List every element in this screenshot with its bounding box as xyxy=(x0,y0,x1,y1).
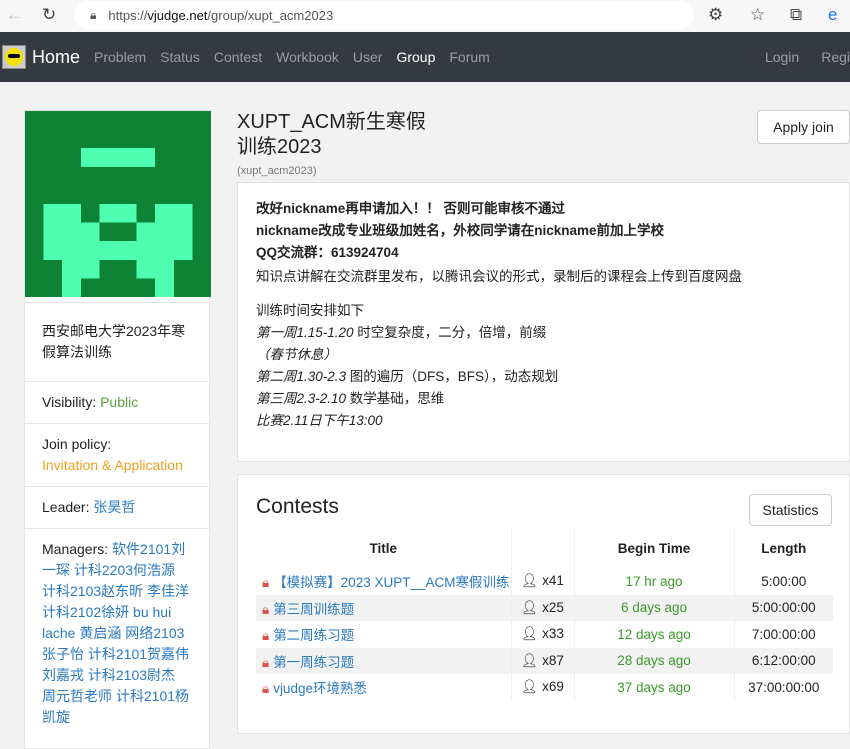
user-icon: 👤︎ xyxy=(521,599,539,615)
begin-time: 6 days ago xyxy=(573,594,734,621)
lock-icon: 🔒︎ xyxy=(262,654,270,670)
col-participants xyxy=(510,528,574,568)
participant-count: x41 xyxy=(542,573,564,589)
participant-count: x87 xyxy=(542,652,564,668)
user-icon: 👤︎ xyxy=(521,626,539,642)
managers-links[interactable]: 软件2101刘一琛 计科2203何浩源 计科2103赵东昕 李佳洋 计科2102… xyxy=(42,541,189,725)
contest-title-link[interactable]: 【模拟赛】2023 XUPT__ACM寒假训练 xyxy=(273,575,509,590)
leader: Leader: 张昊哲 xyxy=(25,486,209,528)
nav-login[interactable]: Login xyxy=(765,49,799,65)
table-row[interactable]: 🔒︎ 【模拟赛】2023 XUPT__ACM寒假训练 👤︎ x41 17 hr a… xyxy=(256,568,833,595)
table-row[interactable]: 🔒︎ vjudge环境熟悉 👤︎ x69 37 days ago 37:00:00… xyxy=(256,674,833,701)
nav-forum[interactable]: Forum xyxy=(449,49,489,65)
statistics-button[interactable]: Statistics xyxy=(749,494,832,526)
contests-panel: Contests Statistics Title Begin Time Len… xyxy=(237,474,850,734)
contest-title-link[interactable]: vjudge环境熟悉 xyxy=(273,681,367,696)
leader-link[interactable]: 张昊哲 xyxy=(93,499,135,515)
page-title: XUPT_ACM新生寒假训练2023 xyxy=(237,111,426,158)
contest-title-link[interactable]: 第一周练习题 xyxy=(273,655,354,670)
group-description: 改好nickname再申请加入！！ 否则可能审核不通过 nickname改成专业… xyxy=(237,182,850,462)
contest-title-link[interactable]: 第三周训练题 xyxy=(273,602,354,617)
user-icon: 👤︎ xyxy=(521,573,539,589)
participant-count: x69 xyxy=(542,679,564,695)
group-avatar xyxy=(25,111,211,297)
nav-user[interactable]: User xyxy=(353,49,383,65)
contest-length: 7:00:00:00 xyxy=(733,621,833,648)
table-row[interactable]: 🔒︎ 第一周练习题 👤︎ x87 28 days ago 6:12:00:00 xyxy=(256,647,833,674)
contest-length: 5:00:00:00 xyxy=(733,594,833,621)
user-icon: 👤︎ xyxy=(521,679,539,695)
nav-workbook[interactable]: Workbook xyxy=(276,49,339,65)
begin-time: 17 hr ago xyxy=(573,568,734,595)
lock-icon: 🔒︎ xyxy=(262,601,270,617)
contest-length: 6:12:00:00 xyxy=(733,647,833,674)
browser-toolbar: ← ↻ 🔒︎ https://vjudge.net/group/xupt_acm… xyxy=(0,0,850,32)
nav-status[interactable]: Status xyxy=(160,49,200,65)
participant-count: x25 xyxy=(542,599,564,615)
table-row[interactable]: 🔒︎ 第二周练习题 👤︎ x33 12 days ago 7:00:00:00 xyxy=(256,621,833,648)
begin-time: 28 days ago xyxy=(573,647,734,674)
navbar: Home Problem Status Contest Workbook Use… xyxy=(0,32,850,82)
lock-icon: 🔒︎ xyxy=(90,7,97,22)
table-row[interactable]: 🔒︎ 第三周训练题 👤︎ x25 6 days ago 5:00:00:00 xyxy=(256,594,833,621)
group-id: (xupt_acm2023) xyxy=(237,165,317,177)
group-name: 西安邮电大学2023年寒假算法训练 xyxy=(25,302,209,381)
nav-home[interactable]: Home xyxy=(32,47,80,68)
address-bar[interactable]: 🔒︎ https://vjudge.net/group/xupt_acm2023 xyxy=(74,1,694,29)
contests-title: Contests xyxy=(256,495,339,518)
back-icon[interactable]: ← xyxy=(6,5,23,25)
group-sidebar: 西安邮电大学2023年寒假算法训练 Visibility: Public Joi… xyxy=(24,110,211,749)
reload-icon[interactable]: ↻ xyxy=(42,5,56,25)
apply-join-button[interactable]: Apply join xyxy=(757,110,850,144)
lock-icon: 🔒︎ xyxy=(262,575,270,591)
extensions-icon[interactable]: ⚙ xyxy=(708,5,723,25)
managers: Managers: 软件2101刘一琛 计科2203何浩源 计科2103赵东昕 … xyxy=(25,528,209,748)
edge-icon[interactable]: e xyxy=(828,5,837,25)
contest-title-link[interactable]: 第二周练习题 xyxy=(273,628,354,643)
visibility: Visibility: Public xyxy=(25,381,209,423)
join-policy: Join policy: Invitation & Application xyxy=(25,423,209,486)
nav-group[interactable]: Group xyxy=(396,49,435,65)
contest-length: 37:00:00:00 xyxy=(733,674,833,701)
favorites-icon[interactable]: ☆ xyxy=(750,5,765,25)
nav-register[interactable]: Regi xyxy=(821,49,850,65)
lock-icon: 🔒︎ xyxy=(262,628,270,644)
lock-icon: 🔒︎ xyxy=(262,681,270,697)
col-begin-time[interactable]: Begin Time xyxy=(573,528,734,568)
logo-icon[interactable] xyxy=(2,45,26,69)
contests-table: Title Begin Time Length 🔒︎ 【模拟赛】2023 XUPT… xyxy=(256,528,833,701)
participant-count: x33 xyxy=(542,626,564,642)
col-title[interactable]: Title xyxy=(256,528,511,568)
col-length[interactable]: Length xyxy=(733,528,833,568)
begin-time: 37 days ago xyxy=(573,674,734,701)
collections-icon[interactable]: ⧉ xyxy=(790,5,802,25)
contest-length: 5:00:00 xyxy=(733,568,833,595)
nav-contest[interactable]: Contest xyxy=(214,49,262,65)
begin-time: 12 days ago xyxy=(573,621,734,648)
nav-problem[interactable]: Problem xyxy=(94,49,146,65)
user-icon: 👤︎ xyxy=(521,652,539,668)
